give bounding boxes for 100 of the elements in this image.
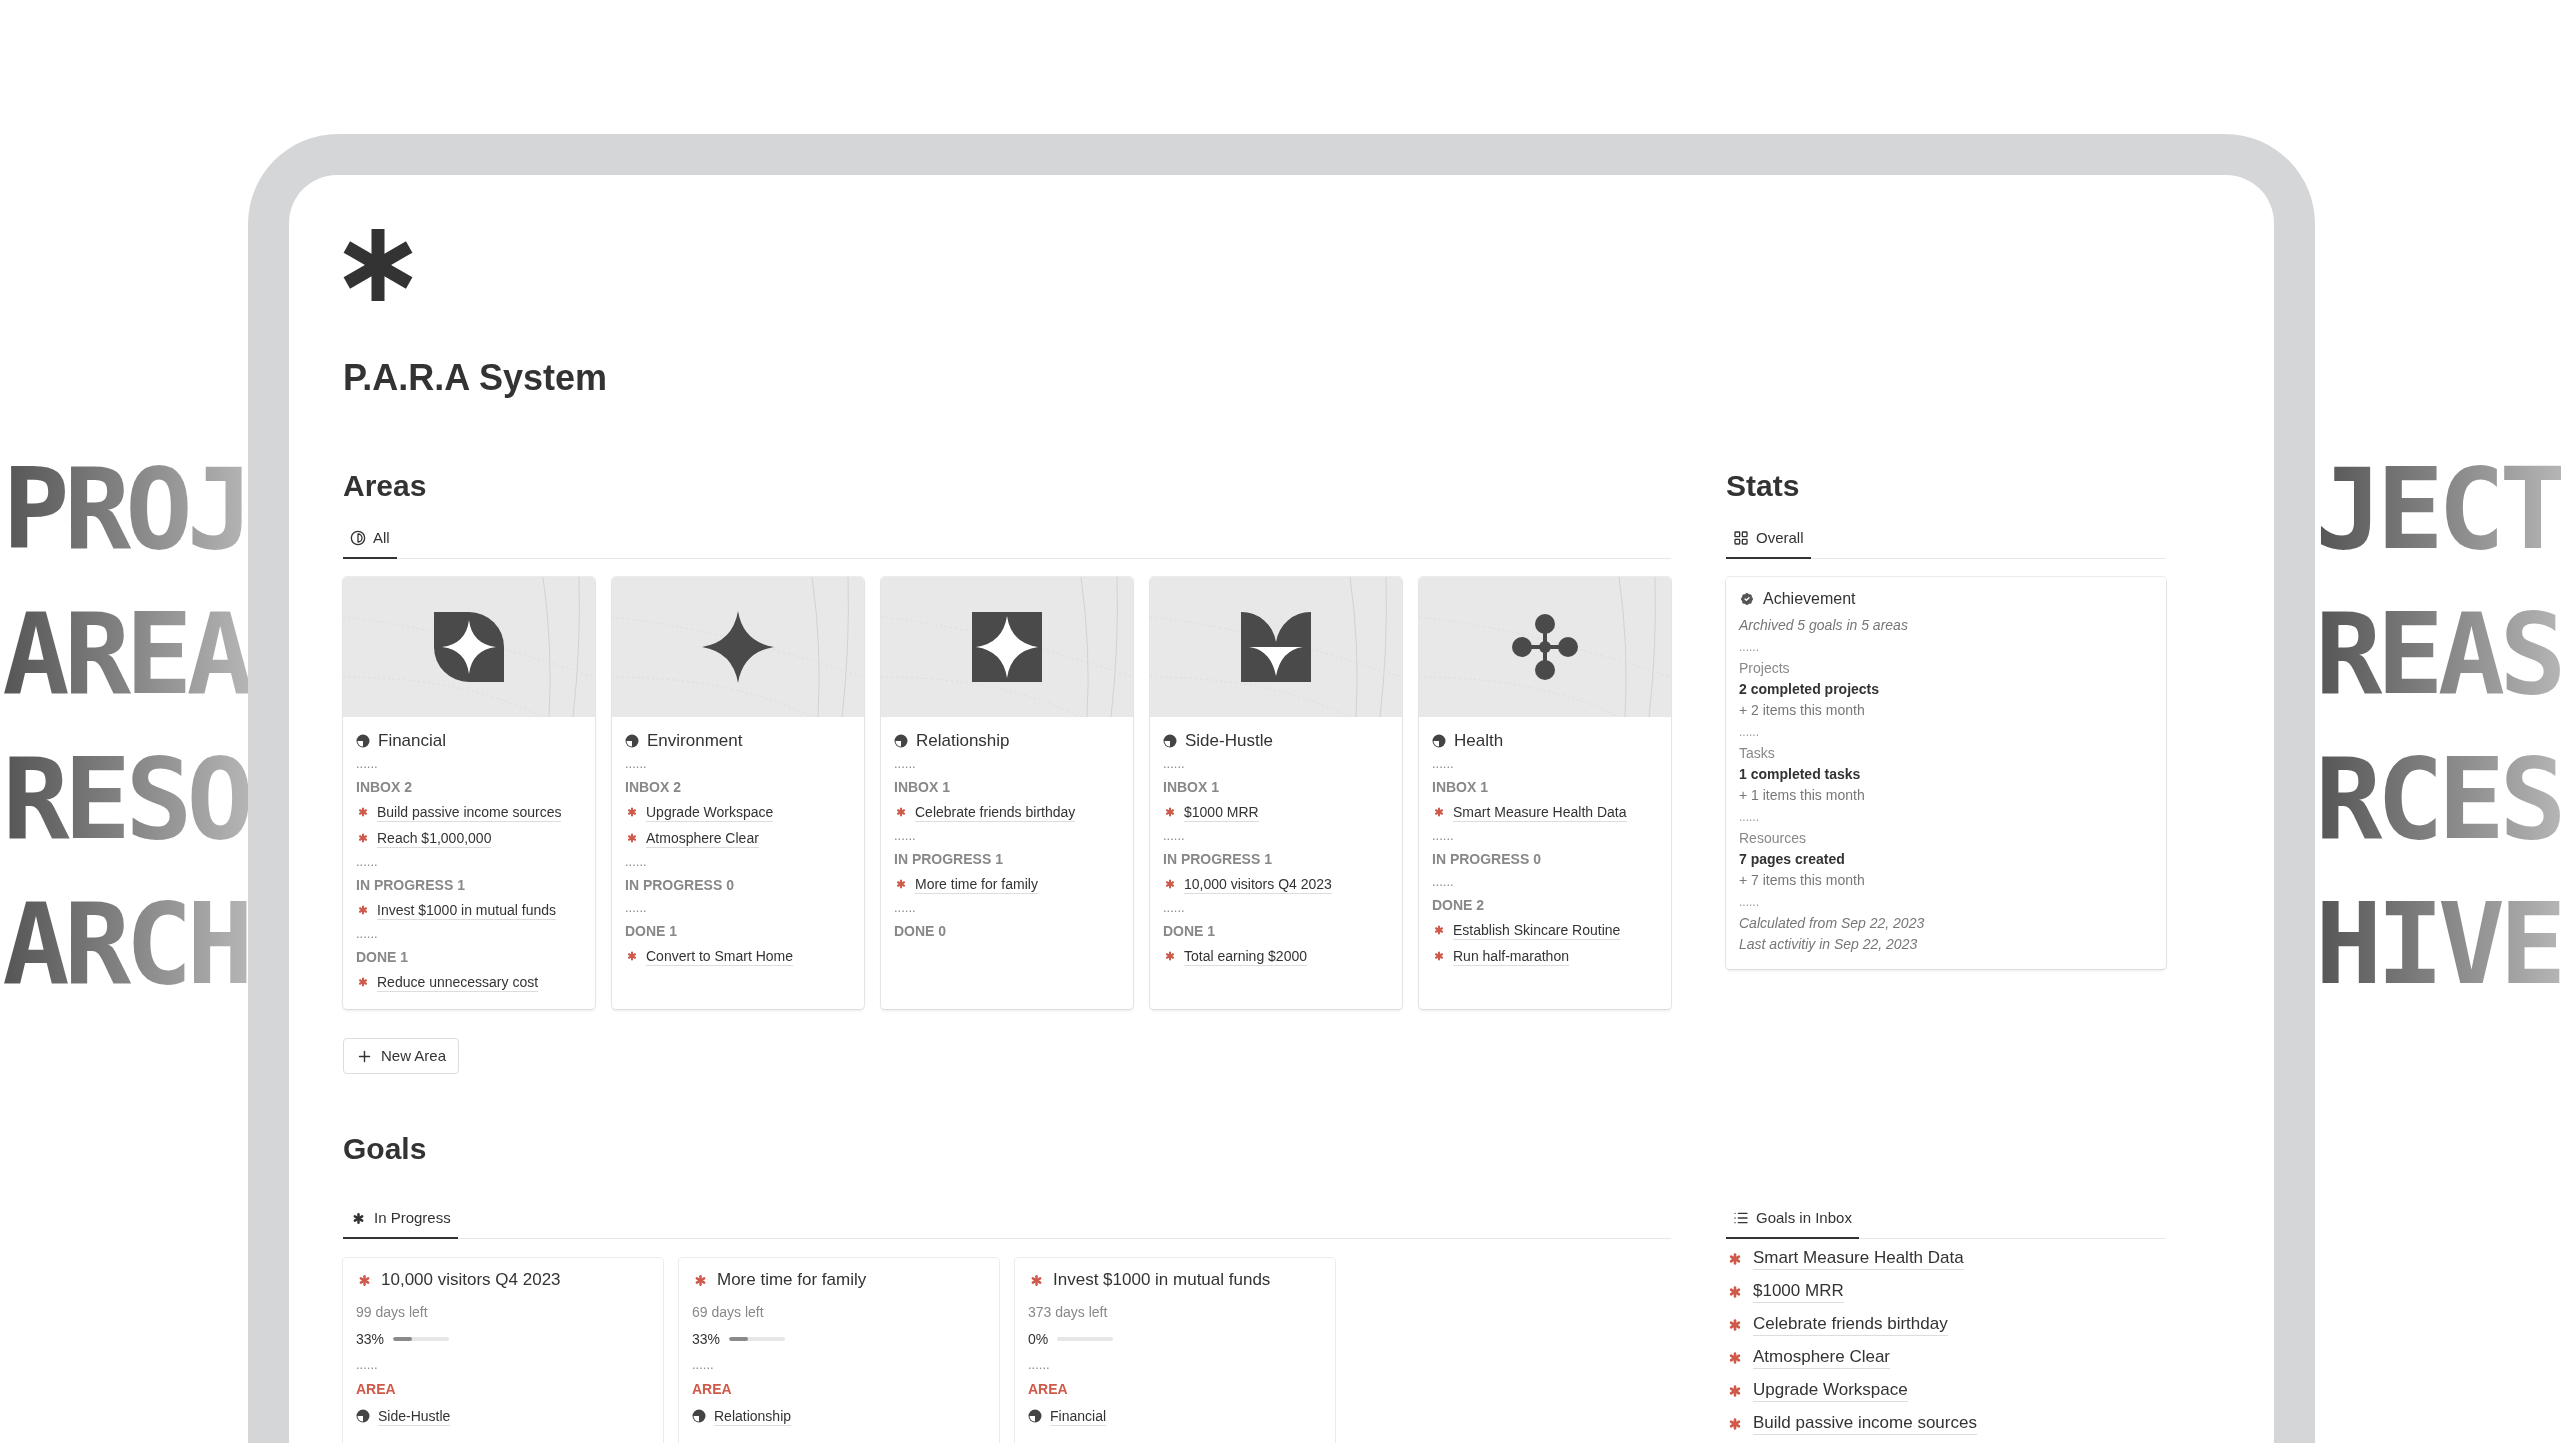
pie-chart-icon	[356, 734, 370, 748]
dotted-separator: ......	[1028, 1356, 1050, 1374]
area-link[interactable]: Relationship	[714, 1406, 792, 1426]
goal-title: 10,000 visitors Q4 2023	[381, 1269, 561, 1292]
status-label: IN PROGRESS 1	[894, 850, 1003, 869]
status-label: INBOX 2	[625, 778, 681, 797]
status-label: IN PROGRESS 1	[1163, 850, 1272, 869]
asterisk-icon	[1432, 923, 1446, 937]
area-card[interactable]: Health ...... INBOX 1 Smart Measure Health Data ...... IN PROGRESS 0 ...... DONE 2 Establish Skincare Routine Run half-marathon	[1419, 577, 1671, 1009]
pie-chart-icon	[356, 1409, 370, 1423]
goal-link[interactable]: Atmosphere Clear	[646, 828, 759, 848]
goal-title: Invest $1000 in mutual funds	[1053, 1269, 1271, 1292]
new-area-button[interactable]: New Area	[343, 1038, 460, 1074]
dotted-separator: ......	[1432, 755, 1454, 773]
area-name: Side-Hustle	[1185, 730, 1273, 753]
stat-note: Calculated from Sep 22, 2023	[1739, 914, 1925, 933]
dotted-separator: ......	[894, 755, 916, 773]
goal-link[interactable]: Smart Measure Health Data	[1453, 802, 1627, 822]
goal-link[interactable]: Build passive income sources	[377, 802, 562, 822]
area-name: Financial	[378, 730, 447, 753]
goal-link[interactable]: Smart Measure Health Data	[1753, 1247, 1964, 1270]
status-label: DONE 2	[1432, 896, 1485, 915]
dotted-separator: ......	[1739, 894, 1759, 911]
status-label: DONE 0	[894, 922, 947, 941]
m-shape-icon	[1241, 612, 1311, 682]
stat-value: 2 completed projects	[1739, 680, 1880, 699]
days-left: 373 days left	[1028, 1303, 1108, 1322]
status-label: DONE 1	[356, 948, 409, 967]
area-card[interactable]: Side-Hustle ...... INBOX 1 $1000 MRR ...... IN PROGRESS 1 10,000 visitors Q4 2023 ...... DONE 1 Total earning $2000	[1150, 577, 1402, 1009]
view-tab[interactable]: Overall	[1726, 519, 1811, 559]
goal-link[interactable]: $1000 MRR	[1184, 802, 1259, 822]
pie-chart-icon	[692, 1409, 706, 1423]
goal-link[interactable]: 10,000 visitors Q4 2023	[1184, 874, 1332, 894]
area-card[interactable]: Environment ...... INBOX 2 Upgrade Workspace Atmosphere Clear ...... IN PROGRESS 0 ...... DONE 1 Convert to Smart Home	[612, 577, 864, 1009]
stat-delta: + 1 items this month	[1739, 786, 1865, 805]
asterisk-icon	[625, 949, 639, 963]
area-card[interactable]: Relationship ...... INBOX 1 Celebrate friends birthday ...... IN PROGRESS 1 More time for family ...... DONE 0	[881, 577, 1133, 1009]
card-title: Achievement	[1763, 589, 1856, 609]
asterisk-icon	[625, 831, 639, 845]
view-tab[interactable]: Goals in Inbox	[1726, 1199, 1859, 1239]
asterisk-icon	[1163, 805, 1177, 819]
goal-link[interactable]: Build passive income sources	[1753, 1412, 1977, 1435]
goal-link[interactable]: Reach $1,000,000	[377, 828, 492, 848]
goal-link[interactable]: Convert to Smart Home	[646, 946, 794, 966]
page-asterisk-icon	[343, 229, 413, 301]
goal-link[interactable]: Establish Skincare Routine	[1453, 920, 1621, 940]
status-label: INBOX 1	[894, 778, 950, 797]
dotted-separator: ......	[356, 1356, 378, 1374]
goal-link[interactable]: Invest $1000 in mutual funds	[377, 900, 556, 920]
goal-link[interactable]: Celebrate friends birthday	[915, 802, 1076, 822]
dotted-separator: ......	[1432, 873, 1454, 891]
dotted-separator: ......	[625, 899, 647, 917]
view-tab[interactable]: All	[343, 519, 397, 559]
goal-link[interactable]: Celebrate friends birthday	[1753, 1313, 1948, 1336]
stat-value: 1 completed tasks	[1739, 765, 1861, 784]
stat-note: Archived 5 goals in 5 areas	[1739, 616, 1908, 635]
goal-link[interactable]: Atmosphere Clear	[1753, 1346, 1890, 1369]
area-link[interactable]: Side-Hustle	[378, 1406, 451, 1426]
pie-chart-icon	[1028, 1409, 1042, 1423]
status-label: INBOX 2	[356, 778, 412, 797]
pie-chart-icon	[1432, 734, 1446, 748]
dotted-separator: ......	[692, 1356, 714, 1374]
status-label: DONE 1	[1163, 922, 1216, 941]
view-tab[interactable]: In Progress	[343, 1199, 458, 1239]
progress-percent: 33%	[356, 1329, 385, 1349]
pie-chart-icon	[625, 734, 639, 748]
dotted-separator: ......	[1739, 809, 1759, 826]
goal-link[interactable]: More time for family	[915, 874, 1038, 894]
days-left: 99 days left	[356, 1303, 428, 1322]
area-name: Environment	[647, 730, 743, 753]
goal-link[interactable]: $1000 MRR	[1753, 1280, 1844, 1303]
section-heading: Areas	[343, 468, 427, 504]
dotted-separator: ......	[356, 755, 378, 773]
stat-label: Tasks	[1739, 744, 1775, 763]
dotted-separator: ......	[356, 853, 378, 871]
stat-label: Resources	[1739, 829, 1806, 848]
goal-link[interactable]: Upgrade Workspace	[1753, 1379, 1908, 1402]
status-label: IN PROGRESS 0	[1432, 850, 1541, 869]
status-label: IN PROGRESS 0	[625, 876, 734, 895]
area-card[interactable]: Financial ...... INBOX 2 Build passive income sources Reach $1,000,000 ...... IN PROGRESS 1 Invest $1000 in mutual funds ...... DONE 1 Reduce unnecessary cost	[343, 577, 595, 1009]
asterisk-icon	[1163, 949, 1177, 963]
goal-link[interactable]: Total earning $2000	[1184, 946, 1307, 966]
dotted-separator: ......	[1163, 899, 1185, 917]
dotted-separator: ......	[1739, 639, 1759, 656]
area-link[interactable]: Financial	[1050, 1406, 1107, 1426]
section-heading: Stats	[1726, 468, 1800, 504]
area-name: Health	[1454, 730, 1504, 753]
pie-chart-icon	[1163, 734, 1177, 748]
asterisk-icon	[356, 903, 370, 917]
dotted-separator: ......	[356, 925, 378, 943]
dotted-separator: ......	[1432, 827, 1454, 845]
asterisk-icon	[356, 805, 370, 819]
asterisk-icon	[625, 805, 639, 819]
contrast-icon	[350, 530, 366, 546]
goal-link[interactable]: Run half-marathon	[1453, 946, 1569, 966]
goal-link[interactable]: Reduce unnecessary cost	[377, 972, 539, 992]
dotted-separator: ......	[894, 899, 916, 917]
status-label: INBOX 1	[1432, 778, 1488, 797]
goal-link[interactable]: Upgrade Workspace	[646, 802, 774, 822]
status-label: INBOX 1	[1163, 778, 1219, 797]
